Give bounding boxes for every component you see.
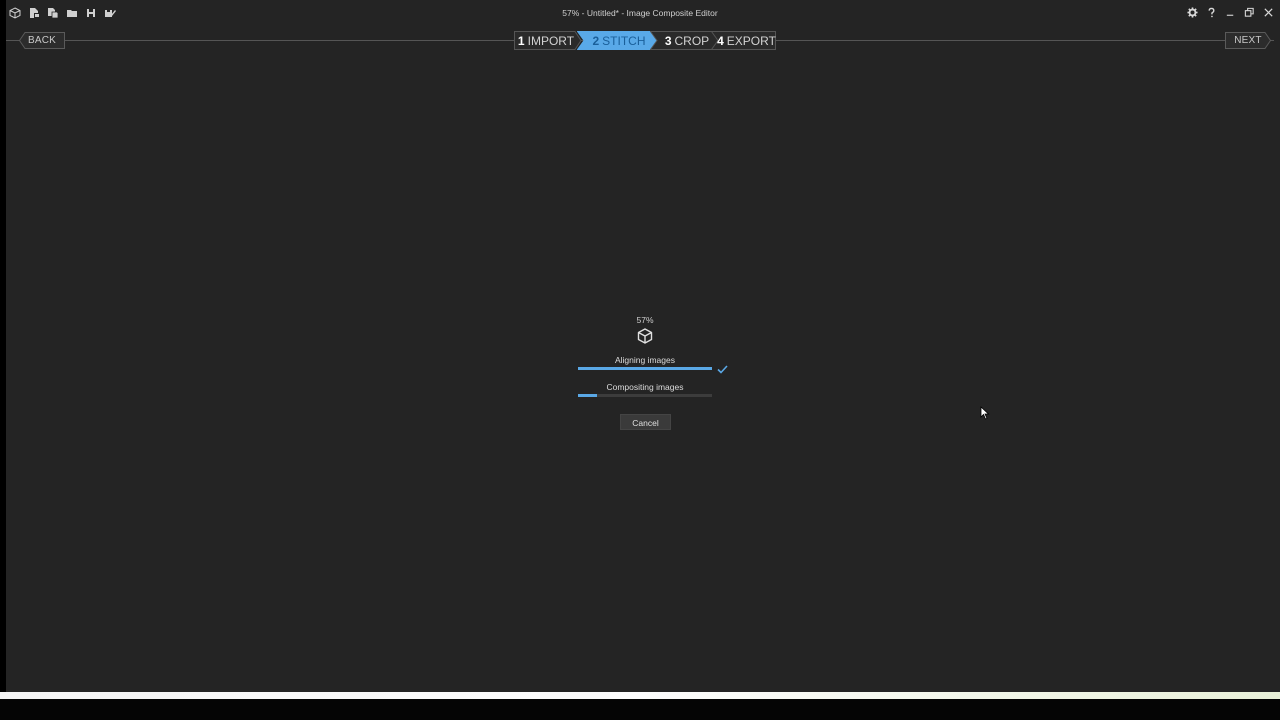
close-icon[interactable] (1261, 5, 1276, 20)
next-button[interactable]: NEXT (1225, 32, 1271, 49)
next-label: NEXT (1234, 35, 1262, 46)
progress-bar-compositing (578, 394, 712, 397)
title-bar: 57% - Untitled* - Image Composite Editor (0, 0, 1280, 28)
step-crop[interactable]: 3 CROP (650, 31, 719, 50)
mouse-cursor-icon (980, 406, 990, 425)
window-title: 57% - Untitled* - Image Composite Editor (562, 8, 718, 18)
step-navigator: 1 IMPORT 2 STITCH 3 CROP 4 EXPORT (514, 31, 776, 50)
restore-icon[interactable] (1242, 5, 1257, 20)
stitch-progress-panel: 57% Aligning images Compositing images C… (570, 312, 740, 437)
progress-bar-aligning (578, 367, 712, 370)
step-stitch[interactable]: 2 STITCH (577, 31, 658, 50)
cancel-button[interactable]: Cancel (620, 414, 671, 430)
step-label: IMPORT (527, 34, 575, 48)
step-label: STITCH (602, 34, 646, 48)
taskbar-edge (0, 692, 1280, 699)
step-label: CROP (674, 34, 710, 48)
step-import[interactable]: 1 IMPORT (514, 31, 582, 50)
step-export[interactable]: 4 EXPORT (711, 31, 776, 50)
step-number: 4 (717, 34, 724, 48)
back-button[interactable]: BACK (19, 32, 65, 49)
step-number: 3 (664, 34, 672, 48)
checkmark-icon (717, 361, 728, 379)
window-controls (1185, 5, 1276, 20)
task-label-compositing: Compositing images (606, 382, 684, 392)
step-number: 1 (517, 34, 525, 48)
progress-fill (578, 394, 597, 397)
stitch-cube-icon (637, 328, 653, 349)
progress-percent: 57% (636, 315, 654, 325)
task-label-aligning: Aligning images (614, 355, 675, 365)
back-label: BACK (27, 35, 57, 46)
step-number: 2 (592, 34, 600, 48)
help-icon[interactable] (1204, 5, 1219, 20)
step-label: EXPORT (726, 34, 776, 48)
screen-bottom (0, 699, 1280, 720)
minimize-icon[interactable] (1223, 5, 1238, 20)
settings-gear-icon[interactable] (1185, 5, 1200, 20)
progress-fill (578, 367, 712, 370)
